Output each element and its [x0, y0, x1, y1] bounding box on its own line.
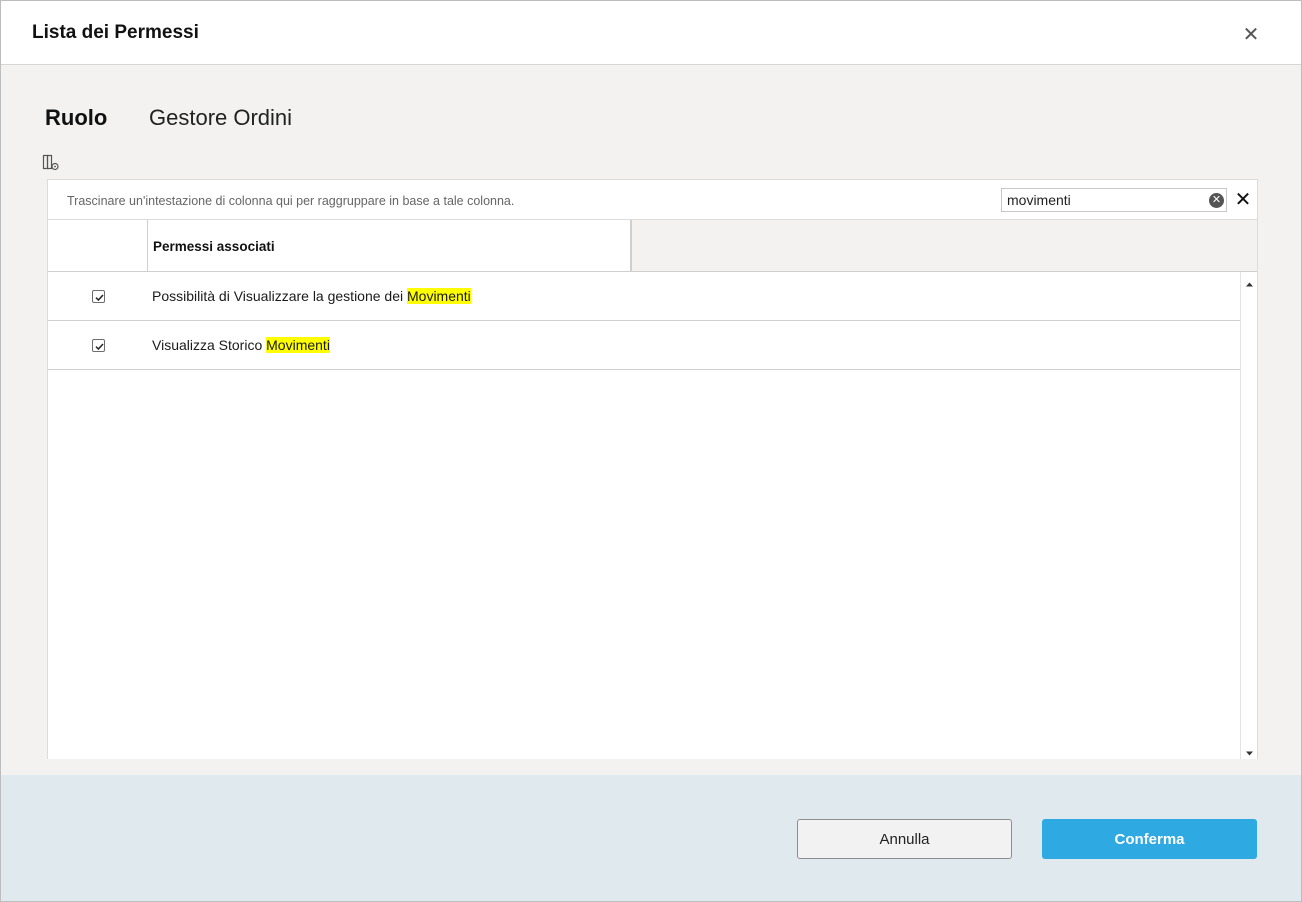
- search-highlight: Movimenti: [266, 337, 330, 353]
- role-value: Gestore Ordini: [149, 105, 293, 130]
- column-chooser-icon[interactable]: [42, 154, 60, 172]
- check-icon: [95, 343, 104, 351]
- role-label: Ruolo: [45, 105, 108, 130]
- group-hint: Trascinare un'intestazione di colonna qu…: [67, 194, 515, 208]
- clear-circle-icon[interactable]: ✕: [1209, 193, 1224, 208]
- row-text: Visualizza Storico Movimenti: [152, 337, 330, 353]
- row-checkbox[interactable]: [92, 339, 105, 352]
- scroll-down-icon[interactable]: [1245, 745, 1254, 756]
- dialog-footer: Annulla Conferma: [1, 775, 1301, 901]
- group-panel[interactable]: Trascinare un'intestazione di colonna qu…: [48, 180, 1257, 220]
- cancel-button[interactable]: Annulla: [797, 819, 1012, 859]
- grid-header: Permessi associati: [48, 220, 1257, 272]
- row-text: Possibilità di Visualizzare la gestione …: [152, 288, 471, 304]
- column-header-permessi[interactable]: Permessi associati: [148, 220, 632, 271]
- dialog-title: Lista dei Permessi: [32, 22, 199, 43]
- vertical-scrollbar[interactable]: [1240, 272, 1257, 759]
- table-row[interactable]: Possibilità di Visualizzare la gestione …: [48, 272, 1240, 321]
- row-checkbox[interactable]: [92, 290, 105, 303]
- check-icon: [95, 294, 104, 302]
- column-header-label: Permessi associati: [153, 239, 275, 254]
- confirm-button[interactable]: Conferma: [1042, 819, 1257, 859]
- scroll-up-icon[interactable]: [1245, 276, 1254, 287]
- row-text-main: Possibilità di Visualizzare la gestione …: [152, 288, 407, 304]
- header-select-cell: [48, 220, 148, 271]
- dialog-header: Lista dei Permessi ✕: [1, 1, 1301, 65]
- search-input[interactable]: [1002, 189, 1202, 211]
- permissions-dialog: Lista dei Permessi ✕ Ruolo Gestore Ordin…: [0, 0, 1302, 902]
- permissions-grid: Trascinare un'intestazione di colonna qu…: [47, 179, 1258, 759]
- grid-rows: Possibilità di Visualizzare la gestione …: [48, 272, 1240, 759]
- search-close-icon[interactable]: ✕: [1234, 190, 1252, 210]
- search-box: ✕: [1001, 188, 1227, 212]
- row-text-main: Visualizza Storico: [152, 337, 267, 353]
- search-highlight: Movimenti: [407, 288, 471, 304]
- close-icon[interactable]: ✕: [1240, 24, 1262, 46]
- table-row[interactable]: Visualizza Storico Movimenti: [48, 321, 1240, 370]
